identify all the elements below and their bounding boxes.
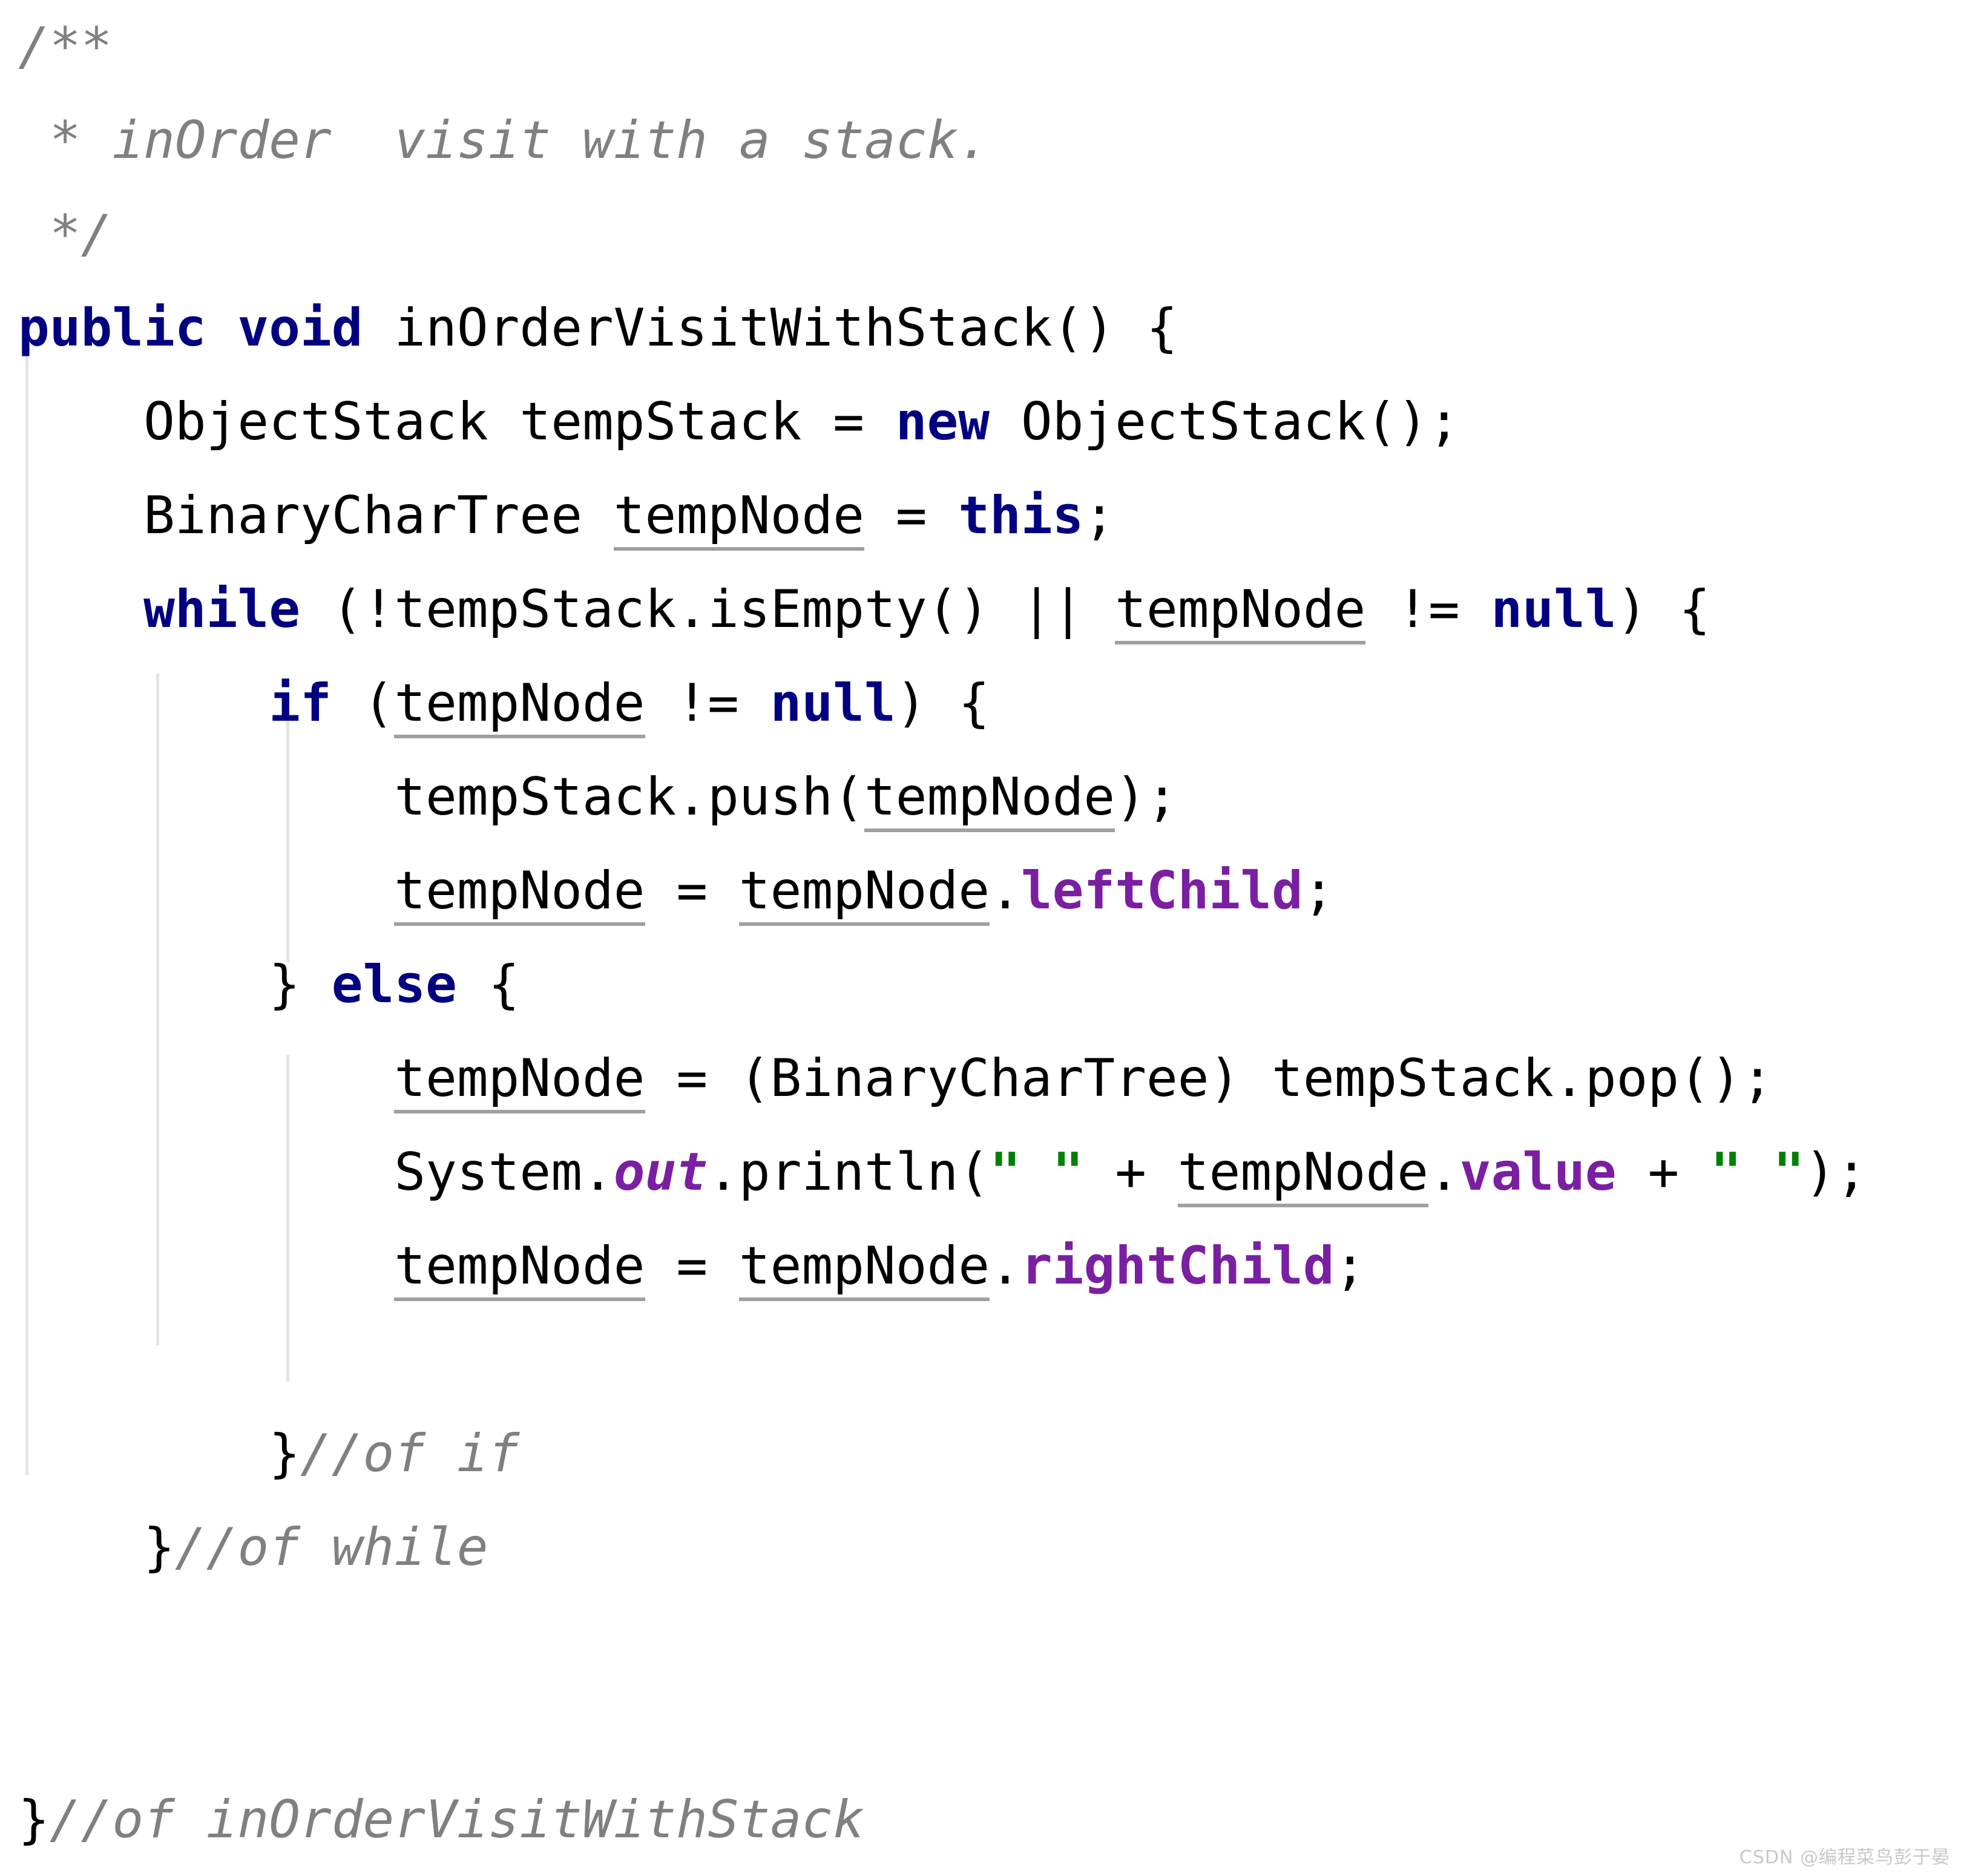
token-local: tempNode [1177,1142,1429,1207]
code-line[interactable]: ObjectStack tempStack = new ObjectStack(… [18,375,1460,469]
token-keyword: if [269,673,332,733]
token-comment: //of if [300,1423,520,1484]
token-keyword: public void [18,298,363,358]
token-plain: ; [1302,861,1335,921]
token-plain: ); [1804,1142,1867,1202]
code-line[interactable]: tempNode = tempNode.leftChild; [18,844,1335,938]
token-plain: + [1616,1142,1711,1202]
token-string: " " [1710,1142,1805,1202]
token-comment: * inOrder visit with a stack. [18,110,990,171]
token-plain: . [1428,1142,1460,1202]
token-keyword: null [770,673,896,733]
token-plain: } [18,954,332,1015]
token-keyword: null [1491,579,1617,640]
token-local: tempNode [738,861,990,926]
token-plain: System. [18,1142,614,1202]
token-local: tempNode [613,485,864,551]
token-keyword: new [895,392,990,452]
token-plain: inOrderVisitWithStack() { [363,298,1178,358]
code-line[interactable]: tempNode = (BinaryCharTree) tempStack.po… [18,1032,1773,1126]
token-plain: ObjectStack(); [990,392,1460,452]
token-plain: ) { [895,673,990,733]
watermark: CSDN @编程菜鸟彭于晏 [1739,1847,1950,1868]
code-line[interactable]: }//of inOrderVisitWithStack [18,1773,864,1867]
token-plain: ); [1115,767,1178,827]
token-local: tempNode [394,1048,645,1113]
token-static-field: out [613,1142,708,1202]
token-local: tempNode [394,673,645,738]
token-plain: ) { [1616,579,1710,640]
code-line[interactable]: BinaryCharTree tempNode = this; [18,469,1115,563]
token-plain: = [645,1236,739,1296]
token-plain: BinaryCharTree [18,485,614,546]
token-string: " " [990,1142,1084,1202]
token-local: tempNode [394,1236,645,1301]
token-field: value [1459,1142,1617,1202]
token-plain: = (BinaryCharTree) tempStack.pop(); [645,1048,1773,1109]
token-comment: /** [18,16,113,77]
token-comment: */ [18,204,113,264]
token-keyword: else [331,954,457,1015]
token-plain: ( [331,673,395,733]
token-plain: != [645,673,770,733]
code-line[interactable]: System.out.println(" " + tempNode.value … [18,1126,1867,1219]
token-plain: tempStack.push( [18,767,864,827]
token-plain: = [864,485,959,546]
token-plain: } [18,1517,175,1578]
token-plain: . [990,861,1021,921]
token-keyword: while [143,579,300,640]
code-line[interactable]: * inOrder visit with a stack. [18,94,990,188]
token-local: tempNode [394,861,645,926]
token-comment: //of while [174,1517,488,1578]
code-editor[interactable]: /** * inOrder visit with a stack. */ publ… [0,0,1961,1876]
code-line[interactable]: while (!tempStack.isEmpty() || tempNode … [18,563,1710,657]
token-plain: } [18,1789,50,1850]
token-plain: ; [1334,1236,1366,1296]
token-plain: { [456,954,520,1015]
token-comment: //of inOrderVisitWithStack [49,1789,864,1850]
token-plain: } [18,1423,300,1484]
token-plain: ; [1083,485,1115,546]
token-plain: .println( [708,1142,990,1202]
code-line[interactable]: }//of while [18,1501,488,1595]
token-plain: ObjectStack tempStack = [18,392,896,452]
code-line[interactable]: /** [18,0,112,94]
token-keyword: this [958,485,1084,546]
code-line[interactable]: */ [18,188,113,281]
token-plain: (!tempStack.isEmpty() || [300,579,1115,640]
token-local: tempNode [1115,579,1366,644]
token-plain: = [645,861,739,921]
token-field: rightChild [1020,1236,1335,1296]
token-local: tempNode [738,1236,990,1301]
code-line[interactable]: }//of if [18,1407,519,1501]
token-plain: . [990,1236,1021,1296]
code-line[interactable]: tempStack.push(tempNode); [18,750,1178,844]
token-plain: != [1365,579,1491,640]
token-plain: + [1083,1142,1178,1202]
code-line[interactable]: } else { [18,938,519,1032]
token-field: leftChild [1020,861,1303,921]
code-line[interactable]: if (tempNode != null) { [18,657,990,750]
code-line[interactable]: public void inOrderVisitWithStack() { [18,281,1178,375]
code-line[interactable]: tempNode = tempNode.rightChild; [18,1219,1365,1313]
token-local: tempNode [864,767,1115,832]
